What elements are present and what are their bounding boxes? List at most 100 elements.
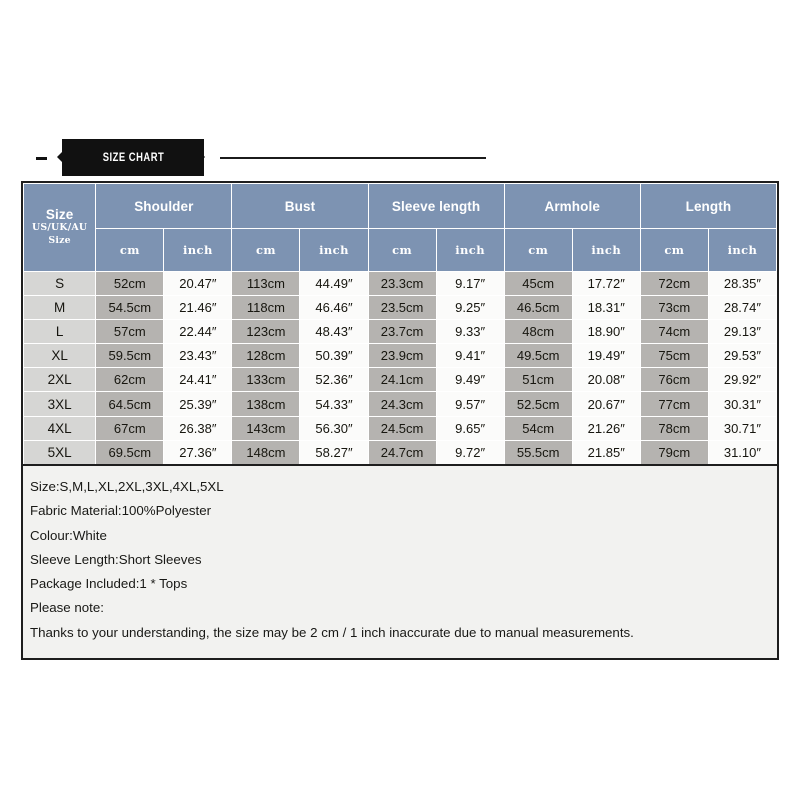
table-header-group-row: Size US/UK/AU Size Shoulder Bust Sleeve … [22,183,778,272]
cell-shoulder-cm: 52cm [95,270,165,297]
header-size-sublabel-line2: Size [48,235,71,246]
cell-shoulder-inch: 23.43″ [163,343,233,369]
banner-label-box: SIZE CHART [62,139,204,176]
cell-length-cm: 72cm [639,270,709,297]
cell-bust-inch: 58.27″ [299,439,369,465]
cell-bust-cm: 143cm [231,415,301,441]
size-table-head: Size US/UK/AU Size Shoulder Bust Sleeve … [22,183,778,272]
cell-length-cm: 77cm [639,391,709,417]
cell-armhole-cm: 54cm [503,415,573,441]
cell-armhole-inch: 17.72″ [571,270,641,297]
cell-shoulder-cm: 59.5cm [95,343,165,369]
table-row: S 52cm 20.47″ 113cm 44.49″ 23.3cm 9.17″ 45cm 17.… [22,270,778,297]
banner-horizontal-rule [220,157,486,159]
cell-sleeve-inch: 9.57″ [435,391,505,417]
header-unit-bust-inch: inch [299,228,369,272]
cell-bust-inch: 52.36″ [299,367,369,393]
cell-sleeve-inch: 9.65″ [435,415,505,441]
product-description-panel: Size:S,M,L,XL,2XL,3XL,4XL,5XL Fabric Mate… [21,464,779,660]
header-unit-armhole-cm: cm [503,228,573,272]
size-table: Size US/UK/AU Size Shoulder Bust Sleeve … [22,183,778,465]
cell-size-label: M [22,295,97,321]
cell-sleeve-cm: 23.5cm [367,295,437,321]
cell-sleeve-inch: 9.41″ [435,343,505,369]
cell-length-cm: 73cm [639,295,709,321]
cell-armhole-inch: 18.31″ [571,295,641,321]
table-row: XL 59.5cm 23.43″ 128cm 50.39″ 23.9cm 9.41″ 49.5… [22,343,778,369]
cell-bust-inch: 46.46″ [299,295,369,321]
header-group-shoulder: Shoulder [95,183,233,229]
cell-armhole-cm: 48cm [503,319,573,345]
description-line: Please note: [30,600,104,616]
cell-length-cm: 78cm [639,415,709,441]
header-size-sublabel: US/UK/AU Size [24,222,95,247]
cell-sleeve-inch: 9.72″ [435,439,505,465]
cell-armhole-cm: 52.5cm [503,391,573,417]
cell-length-inch: 30.31″ [707,391,778,417]
header-unit-sleeve-inch: inch [435,228,505,272]
cell-size-label: 2XL [22,367,97,393]
cell-shoulder-inch: 27.36″ [163,439,233,465]
cell-bust-cm: 118cm [231,295,301,321]
cell-shoulder-inch: 22.44″ [163,319,233,345]
header-size-sublabel-line1: US/UK/AU [32,222,88,234]
cell-shoulder-inch: 21.46″ [163,295,233,321]
header-unit-length-inch: inch [707,228,778,272]
header-unit-sleeve-cm: cm [367,228,437,272]
cell-length-inch: 28.35″ [707,270,778,297]
cell-size-label: 4XL [22,415,97,441]
cell-armhole-inch: 21.26″ [571,415,641,441]
cell-sleeve-inch: 9.17″ [435,270,505,297]
cell-armhole-cm: 49.5cm [503,343,573,369]
cell-size-label: 5XL [22,439,97,465]
banner-dash-decoration [36,157,47,160]
cell-armhole-inch: 19.49″ [571,343,641,369]
cell-bust-cm: 128cm [231,343,301,369]
cell-length-cm: 76cm [639,367,709,393]
cell-size-label: 3XL [22,391,97,417]
cell-length-cm: 74cm [639,319,709,345]
cell-sleeve-cm: 23.3cm [367,270,437,297]
table-row: 3XL 64.5cm 25.39″ 138cm 54.33″ 24.3cm 9.57″ 52.… [22,391,778,417]
table-row: L 57cm 22.44″ 123cm 48.43″ 23.7cm 9.33″ 48cm 18.… [22,319,778,345]
cell-shoulder-cm: 69.5cm [95,439,165,465]
size-chart-banner: SIZE CHART [0,138,800,178]
description-line: Size:S,M,L,XL,2XL,3XL,4XL,5XL [30,479,224,494]
cell-bust-inch: 44.49″ [299,270,369,297]
size-chart-page: SIZE CHART Size US/UK/AU Size Shoulder B… [0,0,800,800]
cell-bust-cm: 123cm [231,319,301,345]
description-line: Fabric Material:100%Polyester [30,503,212,519]
cell-length-inch: 30.71″ [707,415,778,441]
cell-sleeve-cm: 24.7cm [367,439,437,465]
size-table-frame: Size US/UK/AU Size Shoulder Bust Sleeve … [21,181,779,467]
cell-size-label: XL [22,343,97,369]
cell-sleeve-inch: 9.33″ [435,319,505,345]
header-unit-length-cm: cm [639,228,709,272]
header-group-armhole: Armhole [503,183,641,229]
header-group-sleeve-length: Sleeve length [367,183,505,229]
cell-bust-inch: 50.39″ [299,343,369,369]
banner-title: SIZE CHART [102,151,164,164]
cell-shoulder-cm: 54.5cm [95,295,165,321]
cell-sleeve-inch: 9.49″ [435,367,505,393]
description-line: Package Included:1 * Tops [30,576,188,592]
cell-shoulder-inch: 20.47″ [163,270,233,297]
header-group-bust: Bust [231,183,369,229]
cell-length-inch: 31.10″ [707,439,778,465]
cell-bust-cm: 113cm [231,270,301,297]
cell-shoulder-inch: 24.41″ [163,367,233,393]
table-row: 5XL 69.5cm 27.36″ 148cm 58.27″ 24.7cm 9.72″ 55.… [22,439,778,465]
header-size-column: Size US/UK/AU Size [22,183,97,272]
table-header-unit-row: cm inch cm inch cm inch cm inch cm inch [23,228,778,272]
cell-shoulder-cm: 57cm [95,319,165,345]
cell-shoulder-inch: 25.39″ [163,391,233,417]
cell-length-cm: 75cm [639,343,709,369]
cell-bust-cm: 133cm [231,367,301,393]
cell-length-inch: 29.13″ [707,319,778,345]
cell-sleeve-cm: 24.5cm [367,415,437,441]
cell-bust-inch: 56.30″ [299,415,369,441]
cell-armhole-cm: 46.5cm [503,295,573,321]
cell-armhole-cm: 45cm [503,270,573,297]
cell-bust-cm: 138cm [231,391,301,417]
table-row: 2XL 62cm 24.41″ 133cm 52.36″ 24.1cm 9.49″ 51cm 2… [22,367,778,393]
